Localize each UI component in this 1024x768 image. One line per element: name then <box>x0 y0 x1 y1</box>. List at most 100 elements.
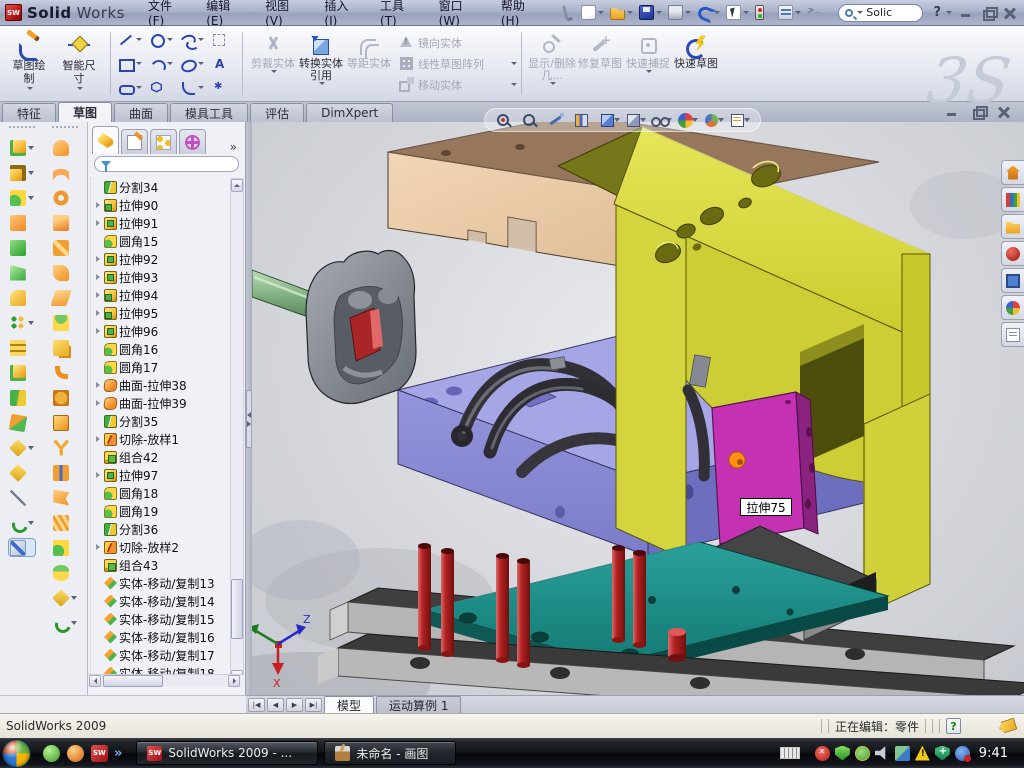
display-style-icon[interactable] <box>625 112 646 129</box>
expand-arrow-icon[interactable] <box>93 538 102 556</box>
rebuild-button[interactable] <box>753 4 774 21</box>
convert-entities-button[interactable]: 转换实体引用 <box>297 29 345 99</box>
delete-face-tool[interactable] <box>53 589 77 606</box>
feature-tree-item[interactable]: 拉伸94 <box>91 286 230 304</box>
feature-tree-item[interactable]: 圆角19 <box>91 502 230 520</box>
planar-surface-tool[interactable] <box>53 289 77 306</box>
boundary-surface-tool[interactable] <box>53 239 77 256</box>
circular-pattern-tool[interactable] <box>53 389 77 406</box>
design-library-tab[interactable] <box>1001 187 1024 212</box>
palette-viewer-tab[interactable] <box>1001 268 1024 293</box>
shield-plus-icon[interactable] <box>935 746 950 761</box>
move-copy-body-tool[interactable] <box>10 414 34 431</box>
feature-tree-item[interactable]: 组合42 <box>91 448 230 466</box>
feature-tree-item[interactable]: 实体-移动/复制13 <box>91 574 230 592</box>
paint-task[interactable]: 未命名 - 画图 <box>324 741 456 765</box>
scroll-left-button[interactable] <box>89 675 101 687</box>
motion-study-tab[interactable]: 运动算例 1 <box>376 696 461 713</box>
feature-tree-item[interactable]: 组合43 <box>91 556 230 574</box>
feature-tree-item[interactable]: 切除-放样1 <box>91 430 230 448</box>
dimxpertmanager-tab[interactable] <box>179 129 206 154</box>
expand-arrow-icon[interactable] <box>93 286 102 304</box>
search-scope-caret[interactable] <box>857 11 863 14</box>
chamfer-tool[interactable] <box>10 264 34 281</box>
model-tab[interactable]: 模型 <box>324 696 374 713</box>
taskbar-clock[interactable]: 9:41 <box>975 746 1016 761</box>
volume-icon[interactable] <box>875 746 890 761</box>
launcher-icon[interactable] <box>67 745 84 762</box>
pattern-surface-tool[interactable] <box>53 339 77 356</box>
feature-tree-item[interactable]: 曲面-拉伸39 <box>91 394 230 412</box>
pin-icon[interactable] <box>562 4 573 21</box>
scroll-right-button[interactable] <box>228 675 240 687</box>
zoom-fit-icon[interactable] <box>495 112 516 129</box>
spline-tool[interactable] <box>177 28 207 51</box>
expand-arrow-icon[interactable] <box>93 466 102 484</box>
tree-vertical-scrollbar[interactable] <box>230 178 244 684</box>
sketch-button[interactable]: 草图绘 制 <box>4 29 54 99</box>
feature-tree-item[interactable]: 分割35 <box>91 412 230 430</box>
sketch-text-tool[interactable] <box>208 52 238 75</box>
expand-arrow-icon[interactable] <box>93 430 102 448</box>
revolve-surface-tool[interactable] <box>53 139 77 156</box>
freeform-tool[interactable] <box>53 514 77 531</box>
polygon-tool[interactable] <box>146 76 176 99</box>
rectangle-tool[interactable] <box>115 52 145 75</box>
fillet-tool[interactable] <box>10 189 34 206</box>
expand-arrow-icon[interactable] <box>93 250 102 268</box>
solidworks-resources-tab[interactable] <box>1001 160 1024 185</box>
menu-item[interactable]: 工具(T) <box>367 0 426 25</box>
tab-features[interactable]: 特征 <box>2 103 56 122</box>
zoom-area-icon[interactable] <box>521 112 542 129</box>
magnifying-lens-icon[interactable] <box>547 112 568 129</box>
feature-tree-item[interactable]: 圆角18 <box>91 484 230 502</box>
select-button[interactable] <box>724 4 751 21</box>
tab-sketch[interactable]: 草图 <box>58 102 112 122</box>
dome-tool[interactable] <box>53 314 77 331</box>
hide-show-items-icon[interactable] <box>651 112 672 129</box>
panel-overflow-button[interactable]: » <box>230 140 243 154</box>
open-button[interactable] <box>608 4 635 21</box>
delete-body-tool[interactable] <box>10 439 34 456</box>
offset-entities-button[interactable]: 等距实体 <box>345 29 393 99</box>
tab-nav-button[interactable]: ▶ <box>286 698 303 712</box>
feature-tree-item[interactable]: 拉伸91 <box>91 214 230 232</box>
expand-arrow-icon[interactable] <box>93 304 102 322</box>
hole-wizard-tool[interactable] <box>10 289 34 306</box>
doc-close-icon[interactable] <box>998 106 1010 118</box>
feature-tree-item[interactable]: 圆角17 <box>91 358 230 376</box>
view-orientation-icon[interactable] <box>599 112 620 129</box>
bend-tool[interactable] <box>55 364 76 381</box>
feature-tree-item[interactable]: 分割34 <box>91 178 230 196</box>
section-view-icon[interactable] <box>573 112 594 129</box>
trim-entities-button[interactable]: 剪裁实体 <box>249 29 297 99</box>
flag-tool[interactable] <box>53 489 77 506</box>
swept-boss-tool[interactable] <box>10 214 34 231</box>
measure-tool[interactable] <box>9 539 35 556</box>
feature-tree-item[interactable]: 实体-移动/复制17 <box>91 646 230 664</box>
network-icon[interactable] <box>895 746 910 761</box>
appearances-tab[interactable] <box>1001 295 1024 320</box>
feature-tree-item[interactable]: 拉伸96 <box>91 322 230 340</box>
configurationmanager-tab[interactable] <box>150 129 177 154</box>
offset-surface-tool[interactable] <box>53 264 77 281</box>
repair-sketch-button[interactable]: 修复草图 <box>576 29 624 99</box>
view-settings-icon[interactable] <box>729 112 750 129</box>
feature-tree-item[interactable]: 实体-移动/复制14 <box>91 592 230 610</box>
solidworks-icon[interactable] <box>91 745 108 762</box>
move-entities-button[interactable]: 移动实体 <box>399 76 517 94</box>
edit-appearance-icon[interactable] <box>677 112 698 129</box>
help-button[interactable]: ? <box>929 5 945 20</box>
arc-surface-tool[interactable] <box>53 164 77 181</box>
tab-dimxpert[interactable]: DimXpert <box>306 103 393 122</box>
keyboard-layout-icon[interactable] <box>780 747 800 759</box>
sketch-fillet-tool[interactable] <box>177 76 207 99</box>
restore-icon[interactable] <box>982 7 994 19</box>
file-explorer-tab[interactable] <box>1001 214 1024 239</box>
viewport-3d-model[interactable]: Y Z X <box>252 122 1024 695</box>
display-delete-relations-button[interactable]: 显示/删除几... <box>528 29 576 99</box>
wrap-tool[interactable] <box>53 439 77 456</box>
badge-icon[interactable] <box>855 746 870 761</box>
expand-arrow-icon[interactable] <box>93 376 102 394</box>
rib-tool[interactable] <box>10 339 34 356</box>
